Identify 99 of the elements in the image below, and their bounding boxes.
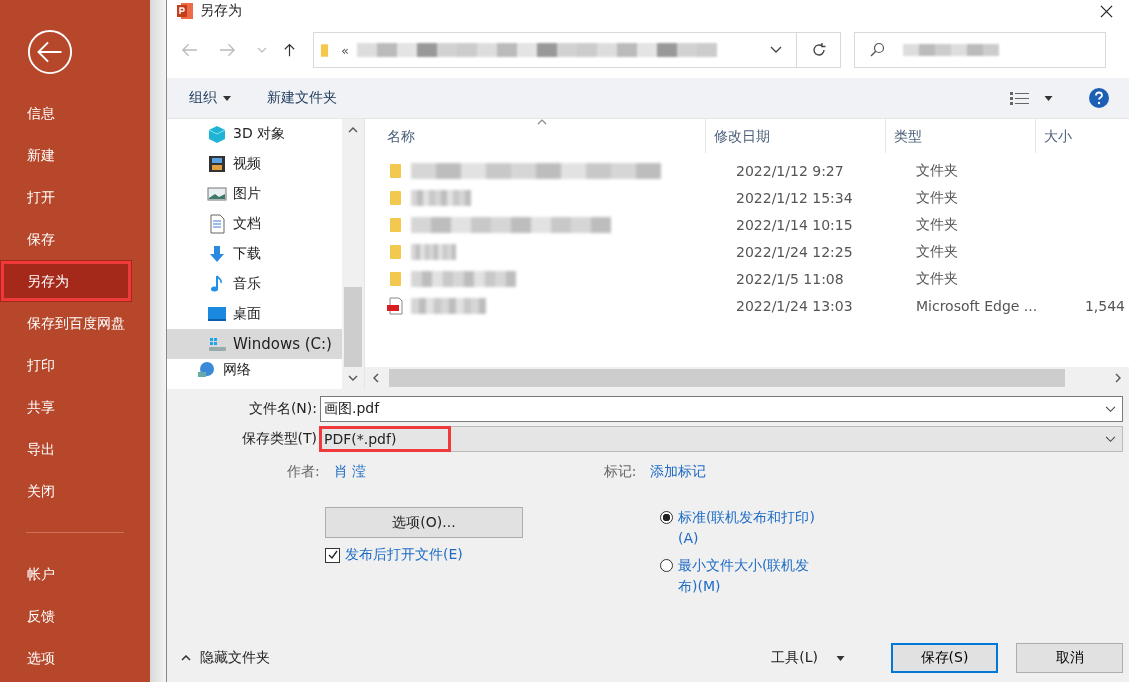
tools-menu[interactable]: 工具(L)	[771, 649, 845, 667]
sidebar-item[interactable]: 打开	[0, 176, 150, 218]
table-cell-text: 2022/1/12 15:34	[735, 189, 854, 206]
document-icon	[207, 214, 227, 234]
table-cell-text: 文件夹	[915, 161, 959, 180]
scrollbar-thumb[interactable]	[389, 369, 1065, 387]
table-cell-text: 2022/1/14 10:15	[735, 216, 854, 233]
table-cell-text: 2022/1/24 13:03	[735, 297, 854, 314]
sort-caret-icon	[537, 119, 547, 125]
radio-option[interactable]: 标准(联机发布和打印)(A)	[660, 507, 821, 549]
sidebar-item[interactable]: 信息	[0, 92, 150, 134]
checkmark-icon	[326, 549, 339, 561]
chevron-up-icon	[181, 655, 191, 661]
filename-field[interactable]: 画图.pdf	[320, 396, 1123, 422]
table-cell-text: 文件夹	[915, 269, 959, 288]
chevron-down-icon[interactable]	[770, 46, 782, 54]
table-cell-text: 文件夹	[915, 188, 959, 207]
field-label: 文件名(N):	[247, 400, 318, 418]
help-icon[interactable]	[1089, 88, 1109, 108]
search-field[interactable]	[854, 32, 1106, 68]
nav-pane-item[interactable]: 桌面	[167, 299, 342, 329]
sidebar-item[interactable]: 帐户	[0, 553, 150, 595]
field-label: 保存类型(T)	[240, 430, 318, 448]
scrollbar-thumb[interactable]	[344, 287, 362, 367]
caret-icon	[836, 655, 845, 661]
down-arrow-icon	[207, 244, 227, 264]
sidebar-item[interactable]: 另存为	[0, 260, 132, 302]
nav-pane-item[interactable]: 文档	[167, 209, 342, 239]
options-button[interactable]: 选项(O)...	[325, 507, 523, 538]
refresh-icon	[810, 42, 827, 58]
chevron-down-icon	[1105, 435, 1116, 443]
chevron-down-icon	[1105, 405, 1116, 413]
hide-folders-toggle[interactable]: 隐藏文件夹	[181, 649, 270, 667]
blurred-name-drawing	[411, 243, 456, 260]
author-label: 作者:	[287, 463, 320, 481]
chevron-right-icon[interactable]	[1115, 373, 1121, 383]
folder-icon	[387, 188, 403, 207]
caret-icon	[223, 95, 231, 101]
close-icon[interactable]	[1100, 4, 1113, 18]
sidebar-item[interactable]: 导出	[0, 428, 150, 470]
folder-icon	[387, 269, 403, 288]
sidebar-item[interactable]: 新建	[0, 134, 150, 176]
table-cell-text: Microsoft Edge ...	[915, 297, 1039, 314]
vertical-scrollbar[interactable]	[342, 119, 364, 389]
column-header[interactable]: 名称	[365, 119, 705, 153]
folder-icon	[320, 42, 329, 58]
sidebar-item[interactable]: 反馈	[0, 595, 150, 637]
image-icon	[207, 184, 227, 204]
folder-icon	[387, 161, 403, 180]
sidebar-item[interactable]: 关闭	[0, 470, 150, 512]
search-icon	[869, 42, 885, 58]
view-list-icon[interactable]	[1010, 91, 1030, 105]
chevron-down-icon[interactable]	[348, 375, 358, 381]
table-cell-text: 文件夹	[915, 242, 959, 261]
film-icon	[207, 154, 227, 174]
sidebar-item[interactable]: 选项	[0, 637, 150, 679]
nav-pane-item[interactable]: 图片	[167, 179, 342, 209]
cancel-button[interactable]: 取消	[1016, 643, 1123, 673]
window-title: 另存为	[200, 2, 242, 20]
folder-icon	[387, 242, 403, 261]
table-cell: 1,544	[1084, 297, 1125, 314]
tags-label: 标记:	[603, 463, 637, 481]
new-folder-button[interactable]: 新建文件夹	[267, 89, 337, 107]
caret-icon[interactable]	[1044, 95, 1053, 101]
radio-option[interactable]: 最小文件大小(联机发布)(M)	[660, 555, 821, 597]
horizontal-scrollbar[interactable]	[365, 367, 1129, 389]
nav-pane-item[interactable]: 下载	[167, 239, 342, 269]
sidebar-item[interactable]: 保存到百度网盘	[0, 302, 150, 344]
chevron-left-icon[interactable]	[373, 373, 379, 383]
address-bar[interactable]: «	[313, 32, 841, 68]
table-cell-text: 2022/1/24 12:25	[735, 243, 854, 260]
sidebar-item[interactable]: 保存	[0, 218, 150, 260]
chevron-up-icon[interactable]	[348, 127, 358, 133]
path-prefix: «	[341, 42, 349, 58]
pdf-file-icon	[387, 296, 403, 315]
table-cell-text: 2022/1/12 9:27	[735, 162, 845, 179]
column-header[interactable]: 类型	[885, 119, 1035, 153]
monitor-icon	[207, 304, 227, 324]
globe-icon	[197, 359, 217, 379]
sidebar-item[interactable]: 共享	[0, 386, 150, 428]
sidebar-item[interactable]: 打印	[0, 344, 150, 386]
column-header[interactable]: 大小	[1035, 119, 1107, 153]
organize-menu[interactable]: 组织	[189, 89, 231, 107]
blurred-name-drawing	[411, 189, 471, 206]
cube-icon	[207, 124, 227, 144]
table-cell-text: 2022/1/5 11:08	[735, 270, 845, 287]
column-header[interactable]: 修改日期	[705, 119, 885, 153]
nav-pane-item[interactable]: 网络	[167, 359, 342, 379]
nav-pane-item[interactable]: Windows (C:)	[167, 329, 342, 359]
nav-pane-item[interactable]: 视频	[167, 149, 342, 179]
nav-pane-item[interactable]: 音乐	[167, 269, 342, 299]
open-after-checkbox[interactable]: 发布后打开文件(E)	[325, 546, 463, 564]
author-link[interactable]: 肖 滢	[333, 463, 374, 481]
folder-icon	[387, 215, 403, 234]
save-button[interactable]: 保存(S)	[891, 643, 998, 673]
nav-pane-item[interactable]: 3D 对象	[167, 119, 342, 149]
add-tags-link[interactable]: 添加标记	[650, 463, 707, 481]
table-cell-text: 文件夹	[915, 215, 959, 234]
file-type-dropdown[interactable]: PDF(*.pdf)	[320, 426, 1123, 452]
